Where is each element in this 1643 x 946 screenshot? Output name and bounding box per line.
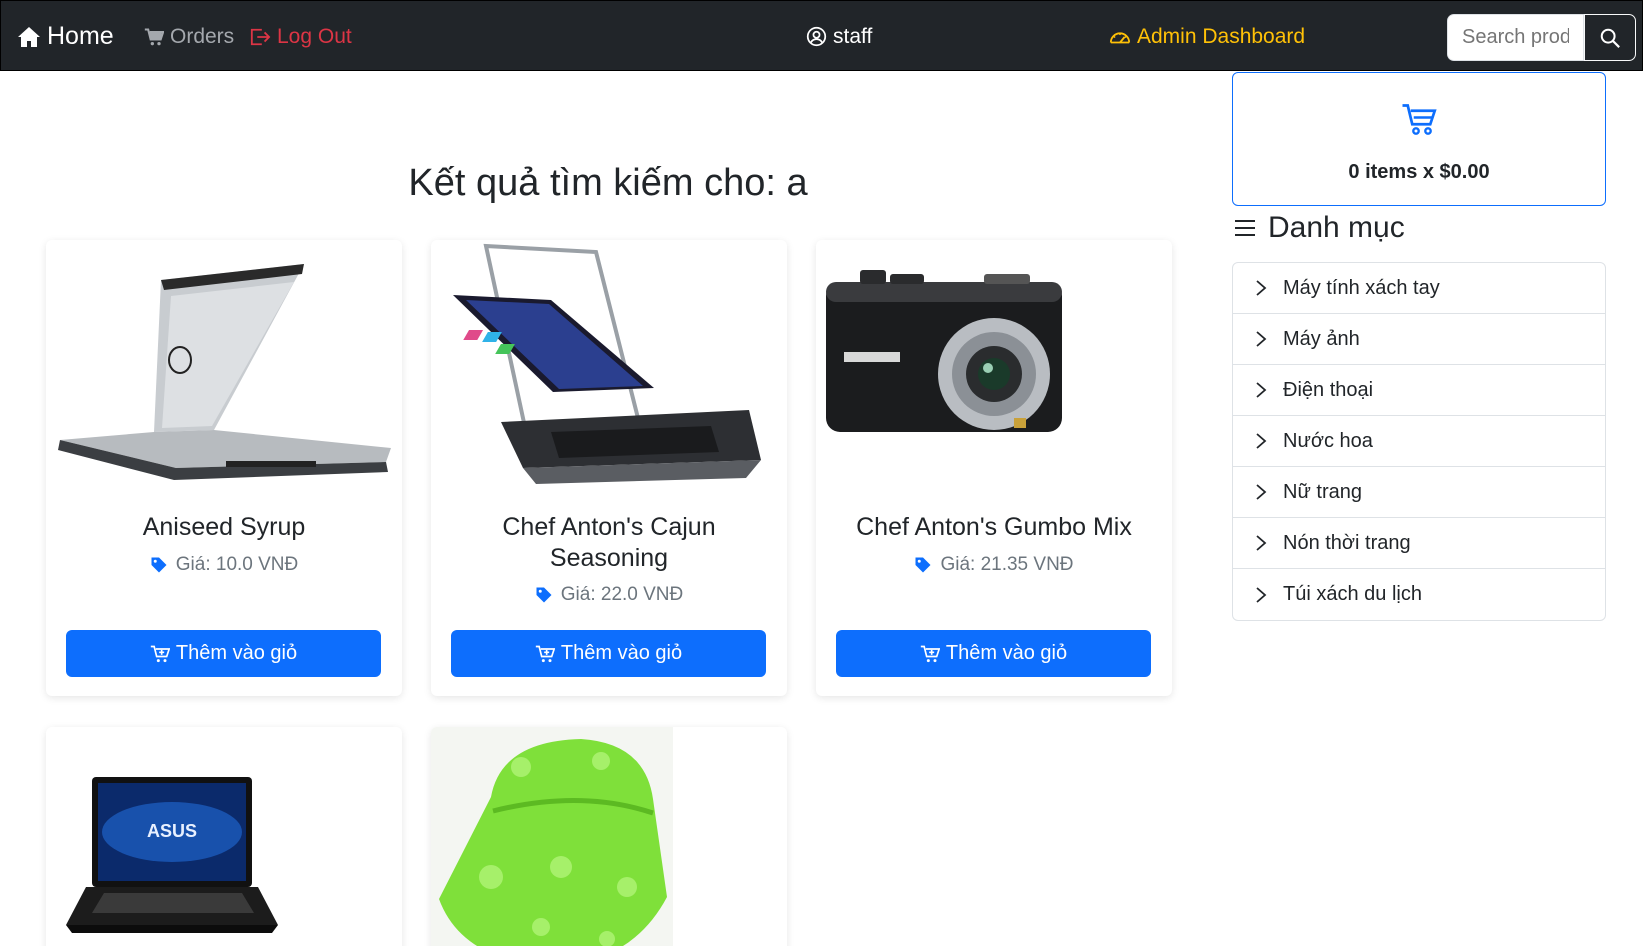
cart-plus-icon	[150, 645, 170, 662]
search-button[interactable]	[1584, 14, 1636, 61]
category-label: Túi xách du lịch	[1283, 583, 1422, 605]
category-item-perfume[interactable]: Nước hoa	[1233, 416, 1605, 467]
house-icon	[18, 26, 40, 47]
svg-text:ASUS: ASUS	[147, 821, 197, 841]
add-to-cart-button[interactable]: Thêm vào giỏ	[451, 630, 766, 677]
product-price-text: Giá: 22.0 VNĐ	[560, 584, 684, 605]
add-to-cart-button[interactable]: Thêm vào giỏ	[836, 630, 1151, 677]
product-price: Giá: 10.0 VNĐ	[46, 554, 402, 576]
cart-summary-box[interactable]: 0 items x $0.00	[1232, 72, 1606, 206]
search-input[interactable]	[1447, 14, 1584, 61]
product-card: ASUS	[46, 727, 402, 946]
cart-summary-text: 0 items x $0.00	[1348, 161, 1490, 183]
add-to-cart-label: Thêm vào giỏ	[175, 642, 298, 664]
product-price-text: Giá: 10.0 VNĐ	[175, 554, 299, 575]
chevron-right-icon	[1256, 535, 1267, 551]
product-price: Giá: 21.35 VNĐ	[816, 554, 1172, 576]
nav-home-link[interactable]: Home	[17, 1, 114, 72]
product-card: Chef Anton's Gumbo Mix Giá: 21.35 VNĐ Th…	[816, 240, 1172, 696]
categories-heading: Danh mục	[1234, 208, 1405, 248]
cart-plus-icon	[535, 645, 555, 662]
add-to-cart-button[interactable]: Thêm vào giỏ	[66, 630, 381, 677]
product-name: Aniseed Syrup	[142, 513, 306, 541]
product-image-laptop-silver	[58, 264, 391, 480]
tag-icon	[151, 557, 167, 573]
logout-icon	[250, 28, 271, 45]
cart-plus-icon	[920, 645, 940, 662]
nav-logout-link[interactable]: Log Out	[249, 1, 352, 72]
category-label: Nữ trang	[1283, 480, 1362, 503]
chevron-right-icon	[1256, 280, 1267, 296]
category-label: Điện thoại	[1283, 378, 1374, 401]
product-card: Aniseed Syrup Giá: 10.0 VNĐ Thêm vào giỏ	[46, 240, 402, 696]
chevron-right-icon	[1256, 484, 1267, 500]
tag-icon	[536, 587, 552, 603]
add-to-cart-label: Thêm vào giỏ	[945, 642, 1068, 664]
nav-user-link[interactable]: staff	[806, 1, 872, 72]
category-label: Máy tính xách tay	[1283, 276, 1440, 299]
top-navbar: Home Orders Log Out staff Admin Dashboar…	[0, 0, 1643, 71]
user-circle-icon	[806, 26, 827, 47]
add-to-cart-label: Thêm vào giỏ	[560, 642, 683, 664]
category-item-phones[interactable]: Điện thoại	[1233, 365, 1605, 416]
list-icon	[1235, 220, 1255, 236]
category-label: Nước hoa	[1283, 429, 1373, 452]
category-list: Máy tính xách tay Máy ảnh Điện thoại Nướ…	[1232, 262, 1606, 621]
nav-orders-label: Orders	[170, 24, 235, 48]
product-name: Chef Anton's Gumbo Mix	[856, 513, 1132, 541]
category-item-cameras[interactable]: Máy ảnh	[1233, 314, 1605, 365]
page-title: Kết quả tìm kiếm cho: a	[408, 162, 808, 204]
chevron-right-icon	[1256, 586, 1267, 603]
category-item-jewelry[interactable]: Nữ trang	[1233, 467, 1605, 518]
product-card: Chef Anton's Cajun Seasoning Giá: 22.0 V…	[431, 240, 787, 696]
nav-logout-label: Log Out	[277, 24, 352, 48]
cart-icon	[144, 27, 164, 45]
product-image-convertible-laptop	[453, 243, 761, 484]
cart-icon	[1402, 104, 1437, 135]
product-price: Giá: 22.0 VNĐ	[431, 584, 787, 606]
nav-admin-dashboard-link[interactable]: Admin Dashboard	[1109, 1, 1305, 72]
chevron-right-icon	[1256, 331, 1267, 347]
category-item-fashion-hats[interactable]: Nón thời trang	[1233, 518, 1605, 569]
product-price-text: Giá: 21.35 VNĐ	[940, 554, 1074, 575]
chevron-right-icon	[1256, 382, 1267, 398]
categories-heading-text: Danh mục	[1268, 211, 1405, 244]
category-item-laptops[interactable]: Máy tính xách tay	[1233, 263, 1605, 314]
search-icon	[1600, 28, 1620, 48]
product-image-laptop-black: ASUS	[66, 777, 278, 933]
nav-user-label: staff	[833, 24, 873, 48]
speedometer-icon	[1109, 31, 1131, 43]
nav-admin-label: Admin Dashboard	[1137, 24, 1306, 48]
chevron-right-icon	[1256, 433, 1267, 449]
category-label: Máy ảnh	[1283, 327, 1360, 350]
nav-home-label: Home	[47, 22, 114, 50]
product-card	[431, 727, 787, 946]
product-name: Chef Anton's Cajun Seasoning	[502, 513, 716, 572]
product-image-compact-camera	[826, 270, 1062, 432]
category-item-travel-bags[interactable]: Túi xách du lịch	[1233, 569, 1605, 620]
product-image-green-bucket-hat	[431, 727, 673, 946]
nav-orders-link[interactable]: Orders	[144, 1, 234, 72]
tag-icon	[915, 557, 931, 573]
category-label: Nón thời trang	[1283, 531, 1411, 554]
